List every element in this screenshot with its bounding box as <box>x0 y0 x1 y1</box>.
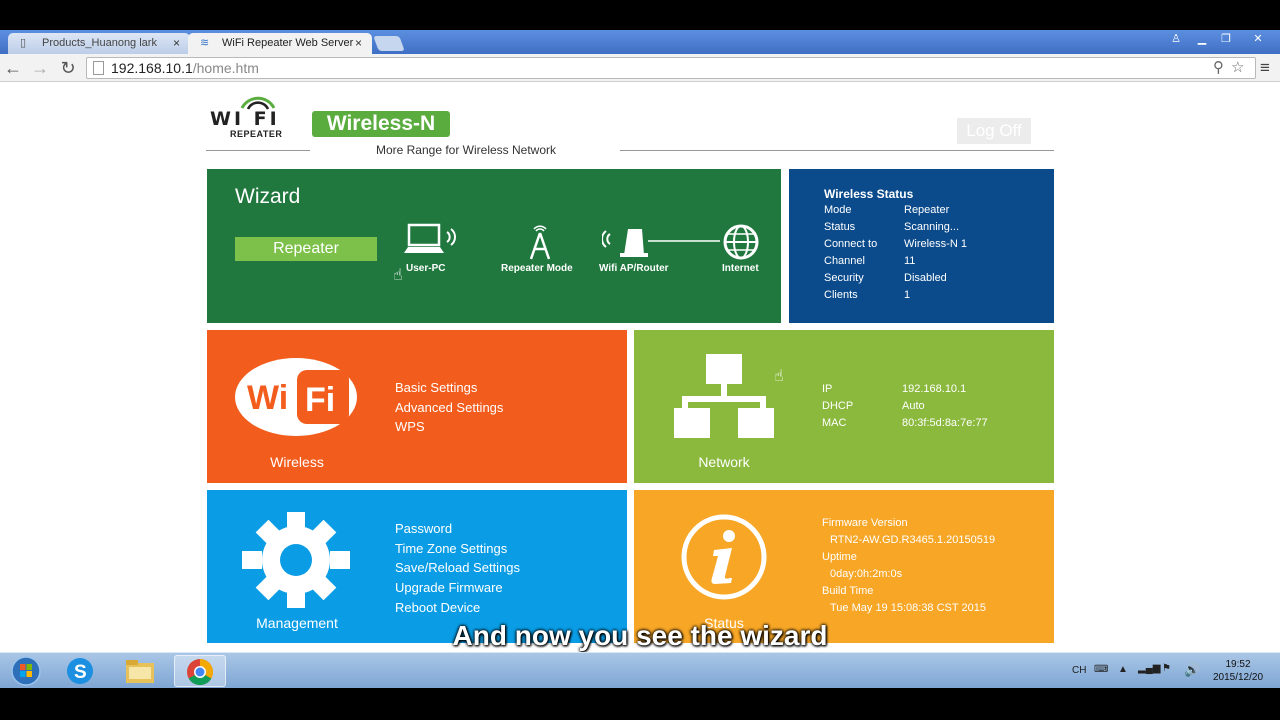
browser-toolbar: ← → ↻ 192.168.10.1/home.htm ⚲ ☆ ≡ <box>0 54 1280 82</box>
info-icon <box>681 514 767 600</box>
screen: ▯ Products_Huanong lark × ≋ WiFi Repeate… <box>0 0 1280 720</box>
window-close-icon[interactable]: ✕ <box>1246 30 1270 48</box>
keyboard-icon[interactable]: ⌨ <box>1094 664 1108 675</box>
svg-text:S: S <box>74 662 87 683</box>
page-icon <box>93 61 104 75</box>
url-host: 192.168.10.1 <box>111 60 193 76</box>
flag-icon[interactable]: ⚑ <box>1162 663 1171 674</box>
close-icon[interactable]: × <box>173 36 180 50</box>
url-path: /home.htm <box>192 60 259 76</box>
hand-cursor-icon: ☝ <box>774 368 784 385</box>
wps-link[interactable]: WPS <box>395 419 425 434</box>
start-button[interactable] <box>0 655 52 687</box>
svg-text:Fi: Fi <box>305 381 335 419</box>
build-time-label: Build Time <box>822 585 874 597</box>
clock-time: 19:52 <box>1225 659 1251 670</box>
wizard-step-internet: Internet <box>722 263 759 274</box>
wireless-n-badge: Wireless-N <box>312 111 450 137</box>
new-tab-button[interactable] <box>373 36 405 51</box>
wifi-logo-icon: Wi Fi <box>235 358 357 436</box>
wizard-title: Wizard <box>235 185 301 208</box>
basic-settings-link[interactable]: Basic Settings <box>395 380 477 395</box>
address-bar[interactable]: 192.168.10.1/home.htm ⚲ ☆ <box>86 57 1256 79</box>
clock-date: 2015/12/20 <box>1212 672 1264 683</box>
logo-sub: REPEATER <box>230 129 283 139</box>
build-time-value: Tue May 19 15:08:38 CST 2015 <box>830 602 986 614</box>
wizard-step-wifi-ap-router: Wifi AP/Router <box>599 263 669 274</box>
tab-wifi-repeater[interactable]: ≋ WiFi Repeater Web Server × <box>188 33 372 54</box>
uptime-label: Uptime <box>822 551 857 563</box>
restore-icon[interactable]: ❐ <box>1214 30 1238 48</box>
file-explorer-icon[interactable] <box>114 655 166 687</box>
wireless-label: Wireless <box>270 454 324 470</box>
skype-icon[interactable]: S <box>54 655 106 687</box>
firmware-version-value: RTN2-AW.GD.R3465.1.20150519 <box>830 534 996 546</box>
wizard-tile[interactable]: Wizard Repeater User-PC Repeater Mode Wi… <box>207 169 781 323</box>
page-content: WI FI REPEATER Wireless-N More Range for… <box>0 82 1280 652</box>
forward-icon[interactable]: → <box>29 57 51 79</box>
logo-word: WI FI <box>210 108 280 130</box>
user-icon[interactable]: ♙ <box>1164 30 1188 48</box>
uptime-value: 0day:0h:2m:0s <box>830 568 903 580</box>
volume-icon[interactable]: 🔊 <box>1184 662 1200 678</box>
wifi-icon: ≋ <box>200 37 210 49</box>
divider <box>620 150 1054 151</box>
close-icon[interactable]: × <box>355 36 362 50</box>
password-link[interactable]: Password <box>395 521 452 536</box>
minimize-icon[interactable]: ▁ <box>1190 30 1214 48</box>
tagline: More Range for Wireless Network <box>375 143 557 157</box>
back-icon[interactable]: ← <box>2 57 24 79</box>
video-caption: And now you see the wizard <box>452 620 828 651</box>
chrome-icon[interactable] <box>174 655 226 687</box>
reboot-device-link[interactable]: Reboot Device <box>395 600 480 615</box>
repeater-mode-button[interactable]: Repeater <box>235 237 377 261</box>
wireless-status-title: Wireless Status <box>824 187 914 201</box>
network-topology-icon <box>674 354 774 438</box>
hand-cursor-icon: ☝ <box>393 267 403 284</box>
upgrade-firmware-link[interactable]: Upgrade Firmware <box>395 580 503 595</box>
network-tile[interactable]: Network ☝ IP 192.168.10.1 DHCP Auto MAC 80:… <box>634 330 1054 483</box>
svg-text:Wi: Wi <box>247 379 288 417</box>
wizard-step-repeater-mode: Repeater Mode <box>501 263 573 274</box>
save-reload-settings-link[interactable]: Save/Reload Settings <box>395 560 520 575</box>
wrench-icon[interactable]: ⚲ <box>1213 58 1224 78</box>
gear-icon <box>242 512 350 608</box>
language-indicator[interactable]: CH <box>1072 665 1086 676</box>
time-zone-settings-link[interactable]: Time Zone Settings <box>395 541 507 556</box>
antenna-tower-icon <box>529 225 551 260</box>
advanced-settings-link[interactable]: Advanced Settings <box>395 400 503 415</box>
system-clock[interactable]: 19:52 2015/12/20 <box>1203 658 1273 684</box>
page-icon: ▯ <box>20 37 27 49</box>
wireless-tile[interactable]: Wi Fi Wireless Basic Settings Advanced S… <box>207 330 627 483</box>
show-hidden-icons-icon[interactable]: ▲ <box>1118 664 1128 675</box>
wireless-status-tile: Wireless Status Mode Repeater Status Scann… <box>789 169 1054 323</box>
network-label: Network <box>698 454 750 470</box>
tab-label: WiFi Repeater Web Server <box>222 37 354 49</box>
taskbar: S CH ⌨ ▲ ▂▄▆ ⚑ 🔊 19:52 2015/12/20 <box>0 652 1280 688</box>
browser-tab-strip: ▯ Products_Huanong lark × ≋ WiFi Repeate… <box>0 30 1280 54</box>
menu-icon[interactable]: ≡ <box>1260 58 1276 78</box>
wifi-repeater-logo: WI FI REPEATER <box>210 94 300 142</box>
log-off-button[interactable]: Log Off <box>957 118 1031 144</box>
globe-icon <box>723 224 759 260</box>
firmware-version-label: Firmware Version <box>822 517 908 529</box>
laptop-icon <box>404 223 456 253</box>
wizard-step-user-pc: User-PC <box>406 263 446 274</box>
tab-products[interactable]: ▯ Products_Huanong lark × <box>8 33 190 54</box>
star-icon[interactable]: ☆ <box>1231 58 1244 78</box>
divider <box>206 150 310 151</box>
network-signal-icon[interactable]: ▂▄▆ <box>1138 663 1160 674</box>
tab-label: Products_Huanong lark <box>42 37 157 49</box>
reload-icon[interactable]: ↻ <box>57 57 79 79</box>
